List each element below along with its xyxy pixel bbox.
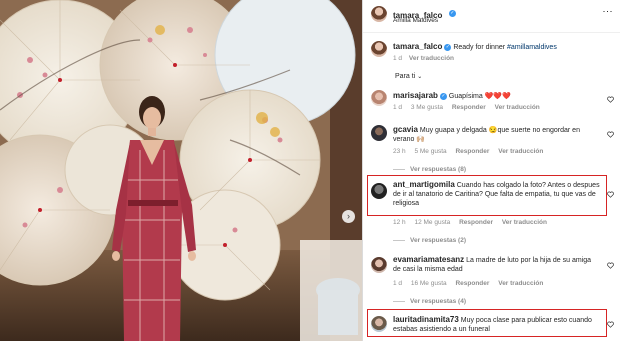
comment-avatar[interactable]: [371, 316, 387, 332]
comment-likes[interactable]: 5 Me gusta: [414, 148, 446, 155]
comment-username[interactable]: evamariamatesanz: [393, 255, 464, 264]
caption-translate[interactable]: Ver traducción: [409, 55, 454, 62]
comment-username[interactable]: ant_martigomila: [393, 180, 455, 189]
like-heart-icon[interactable]: [607, 96, 614, 103]
view-replies[interactable]: Ver respuestas (8): [393, 166, 466, 173]
comment-text: Muy guapa y delgada 😏que suerte no engor…: [393, 127, 580, 143]
caption-avatar[interactable]: [371, 41, 387, 57]
comment-time: 1 d: [393, 280, 403, 287]
comment-username[interactable]: lauritadinamita73: [393, 315, 459, 324]
caption: tamara_falco ✓ Ready for dinner #amillama…: [393, 42, 613, 52]
caption-time: 1 d: [393, 55, 403, 62]
verified-icon: ✓: [448, 10, 456, 18]
comments-panel: tamara_falco ✓ Amilla Maldives ⋮ tamara_…: [363, 0, 620, 341]
comment-avatar[interactable]: [371, 183, 387, 199]
comment-username[interactable]: marisajarab: [393, 91, 438, 100]
reply-button[interactable]: Responder: [455, 280, 489, 287]
comment-actions: 1 d 16 Me gusta Responder Ver traducción: [393, 280, 550, 287]
comment-username[interactable]: gcavia: [393, 125, 418, 134]
post-photo-scene: [0, 0, 362, 341]
section-filter[interactable]: Para ti ⌄: [395, 73, 422, 80]
like-heart-icon[interactable]: [607, 131, 614, 138]
chevron-right-icon: ›: [347, 211, 350, 221]
post-photo[interactable]: ›: [0, 0, 362, 341]
post-header: tamara_falco ✓ Amilla Maldives ⋮: [363, 0, 620, 33]
comment-avatar[interactable]: [371, 257, 387, 273]
comment-text-block: ant_martigomila Cuando has colgado la fo…: [393, 180, 603, 208]
comment-time: 12 h: [393, 219, 406, 226]
view-replies-label: Ver respuestas (2): [410, 237, 467, 244]
comment-actions: 23 h 5 Me gusta Responder Ver traducción: [393, 148, 550, 155]
comment-likes[interactable]: 16 Me gusta: [411, 280, 447, 287]
view-replies[interactable]: Ver respuestas (2): [393, 237, 466, 244]
translate-button[interactable]: Ver traducción: [498, 148, 543, 155]
verified-icon: ✓: [444, 43, 452, 51]
comment-text: Guapísima ❤️❤️❤️: [448, 93, 511, 100]
reply-button[interactable]: Responder: [452, 104, 486, 111]
chevron-down-icon: ⌄: [417, 74, 423, 80]
comment-actions: 12 h 12 Me gusta Responder Ver traducció…: [393, 219, 554, 226]
comment-text-block: gcavia Muy guapa y delgada 😏que suerte n…: [393, 125, 598, 144]
comment-text-block: lauritadinamita73 Muy poca clase para pu…: [393, 315, 598, 334]
caption-text: Ready for dinner: [453, 44, 506, 51]
comment-avatar[interactable]: [371, 125, 387, 141]
reply-button[interactable]: Responder: [459, 219, 493, 226]
like-heart-icon[interactable]: [607, 191, 614, 198]
section-filter-label: Para ti: [395, 73, 416, 80]
view-replies-label: Ver respuestas (8): [410, 166, 467, 173]
translate-button[interactable]: Ver traducción: [502, 219, 547, 226]
comment-avatar[interactable]: [371, 90, 387, 106]
verified-icon: ✓: [439, 92, 447, 100]
caption-hashtag[interactable]: #amillamaldives: [507, 44, 557, 51]
comment-actions: 1 d 3 Me gusta Responder Ver traducción: [393, 104, 547, 111]
caption-meta: 1 d Ver traducción: [393, 55, 454, 62]
like-heart-icon[interactable]: [607, 321, 614, 328]
view-replies[interactable]: Ver respuestas (4): [393, 298, 466, 305]
view-replies-label: Ver respuestas (4): [410, 298, 467, 305]
caption-username[interactable]: tamara_falco: [393, 42, 442, 51]
like-heart-icon[interactable]: [607, 262, 614, 269]
post-location[interactable]: Amilla Maldives: [393, 17, 438, 24]
comment-text-block: marisajarab ✓ Guapísima ❤️❤️❤️: [393, 91, 603, 101]
more-options-icon[interactable]: ⋮: [602, 7, 613, 17]
comment-time: 1 d: [393, 104, 403, 111]
translate-button[interactable]: Ver traducción: [498, 280, 543, 287]
comment-likes[interactable]: 3 Me gusta: [411, 104, 443, 111]
comment-time: 23 h: [393, 148, 406, 155]
next-photo-button[interactable]: ›: [342, 210, 355, 223]
comment-text-block: evamariamatesanz La madre de luto por la…: [393, 255, 598, 274]
comment-likes[interactable]: 12 Me gusta: [414, 219, 450, 226]
reply-button[interactable]: Responder: [455, 148, 489, 155]
translate-button[interactable]: Ver traducción: [495, 104, 540, 111]
author-avatar[interactable]: [371, 6, 387, 22]
